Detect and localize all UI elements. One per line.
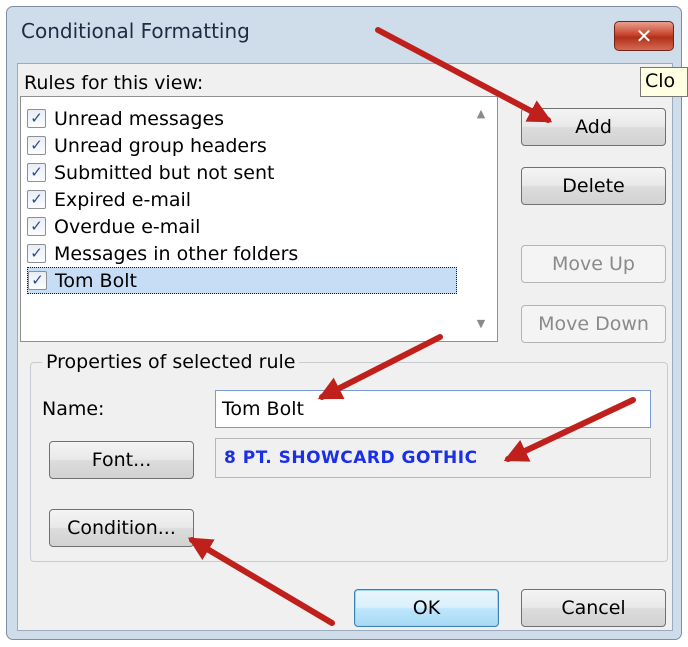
checkmark-icon: ✓ [30,217,43,235]
properties-legend: Properties of selected rule [42,351,300,373]
rule-item-tom-bolt[interactable]: ✓ Tom Bolt [27,267,457,294]
checkmark-icon: ✓ [30,136,43,154]
rule-checkbox[interactable]: ✓ [27,136,46,155]
add-button[interactable]: Add [521,108,666,146]
rule-checkbox[interactable]: ✓ [27,190,46,209]
close-tooltip: Clo [640,67,688,97]
rule-checkbox[interactable]: ✓ [27,109,46,128]
title-bar[interactable]: Conditional Formatting ✕ [7,7,681,59]
delete-button[interactable]: Delete [521,167,666,205]
font-button[interactable]: Font... [49,441,194,479]
ok-button[interactable]: OK [354,589,499,627]
checkmark-icon: ✓ [30,109,43,127]
rule-checkbox[interactable]: ✓ [27,163,46,182]
condition-button[interactable]: Condition... [49,509,194,547]
rule-item-expired-email[interactable]: ✓ Expired e-mail [27,186,457,213]
rules-listbox[interactable]: ✓ Unread messages ✓ Unread group headers… [20,96,498,342]
checkmark-icon: ✓ [31,271,44,289]
rule-checkbox[interactable]: ✓ [27,217,46,236]
rule-label: Unread group headers [54,134,267,157]
rule-label: Submitted but not sent [54,161,275,184]
scroll-up-arrow-icon[interactable]: ▲ [470,103,492,123]
rule-label: Overdue e-mail [54,215,201,238]
name-input[interactable]: Tom Bolt [215,390,651,428]
rules-label: Rules for this view: [24,72,204,94]
move-down-button[interactable]: Move Down [521,305,666,343]
rule-item-submitted-but-not-sent[interactable]: ✓ Submitted but not sent [27,159,457,186]
rule-item-overdue-email[interactable]: ✓ Overdue e-mail [27,213,457,240]
move-up-button[interactable]: Move Up [521,245,666,283]
close-button[interactable]: ✕ [614,21,674,51]
rule-label: Unread messages [54,107,225,130]
rule-checkbox[interactable]: ✓ [28,271,47,290]
rule-item-unread-messages[interactable]: ✓ Unread messages [27,105,457,132]
checkmark-icon: ✓ [30,190,43,208]
rule-label: Tom Bolt [55,269,137,292]
rule-label: Expired e-mail [54,188,192,211]
rule-item-messages-in-other-folders[interactable]: ✓ Messages in other folders [27,240,457,267]
checkmark-icon: ✓ [30,244,43,262]
scroll-down-arrow-icon[interactable]: ▼ [470,313,492,333]
rule-label: Messages in other folders [54,242,299,265]
cancel-button[interactable]: Cancel [521,589,666,627]
rule-item-unread-group-headers[interactable]: ✓ Unread group headers [27,132,457,159]
name-label: Name: [42,398,105,420]
checkmark-icon: ✓ [30,163,43,181]
close-x-icon: ✕ [635,24,653,48]
rule-checkbox[interactable]: ✓ [27,244,46,263]
dialog-title: Conditional Formatting [21,19,250,43]
font-preview: 8 PT. SHOWCARD GOTHIC [215,438,651,478]
